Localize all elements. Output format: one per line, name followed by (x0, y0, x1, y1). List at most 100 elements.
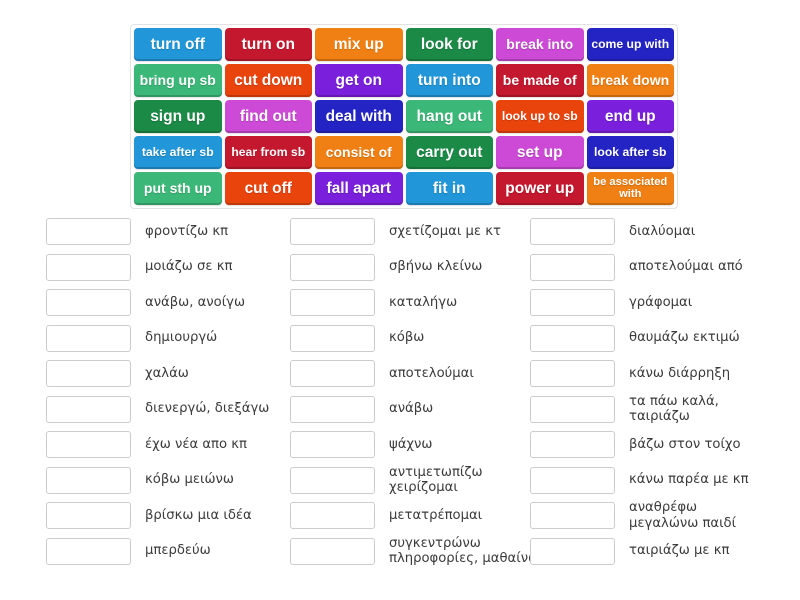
answer-definition-label: μοιάζω σε κπ (145, 259, 233, 275)
answer-drop-box[interactable] (290, 289, 375, 317)
answer-row: δημιουργώ (46, 321, 298, 357)
answer-drop-box[interactable] (46, 395, 131, 423)
answer-drop-box[interactable] (46, 537, 131, 565)
answer-drop-box[interactable] (530, 360, 615, 388)
word-tile[interactable]: find out (224, 100, 312, 133)
answer-column-1: φροντίζω κπ μοιάζω σε κπ ανάβω, ανοίγω δημι… (46, 214, 298, 569)
answer-drop-box[interactable] (290, 537, 375, 565)
answer-row: ψάχνω (290, 427, 542, 463)
phrasal-verb-tile-grid[interactable]: turn off turn on mix up look for break into c… (130, 24, 678, 209)
answer-drop-box[interactable] (290, 253, 375, 281)
answer-definition-label: θαυμάζω εκτιμώ (629, 330, 740, 346)
answer-definition-label: καταλήγω (389, 294, 458, 310)
answer-drop-box[interactable] (290, 395, 375, 423)
answer-row: αναθρέφω μεγαλώνω παιδί (530, 498, 782, 534)
answer-definition-label: φροντίζω κπ (145, 223, 229, 239)
answer-drop-box[interactable] (290, 324, 375, 352)
answer-row: κάνω παρέα με κπ (530, 463, 782, 499)
word-tile[interactable]: look after sb (586, 136, 674, 169)
word-tile[interactable]: hang out (405, 100, 493, 133)
word-tile[interactable]: carry out (405, 136, 493, 169)
answer-row: αποτελούμαι (290, 356, 542, 392)
word-tile[interactable]: hear from sb (224, 136, 312, 169)
answer-row: αποτελούμαι από (530, 250, 782, 286)
word-tile[interactable]: bring up sb (134, 64, 222, 97)
answer-drop-box[interactable] (530, 466, 615, 494)
word-tile[interactable]: end up (586, 100, 674, 133)
answer-drop-box[interactable] (46, 218, 131, 246)
answer-drop-box[interactable] (46, 466, 131, 494)
word-tile[interactable]: fall apart (315, 172, 403, 205)
answer-drop-box[interactable] (530, 289, 615, 317)
answer-drop-box[interactable] (46, 360, 131, 388)
answer-drop-box[interactable] (530, 431, 615, 459)
word-tile[interactable]: turn into (405, 64, 493, 97)
answer-drop-box[interactable] (46, 289, 131, 317)
word-tile[interactable]: come up with (586, 28, 674, 61)
answer-row: σβήνω κλείνω (290, 250, 542, 286)
answer-row: μπερδεύω (46, 534, 298, 570)
answer-drop-box[interactable] (530, 253, 615, 281)
answer-column-2: σχετίζομαι με κτ σβήνω κλείνω καταλήγω κόβω… (290, 214, 542, 569)
answer-definition-label: ανάβω, ανοίγω (145, 294, 246, 310)
answer-drop-box[interactable] (46, 324, 131, 352)
answer-drop-box[interactable] (46, 431, 131, 459)
word-tile[interactable]: power up (496, 172, 584, 205)
word-tile[interactable]: look for (405, 28, 493, 61)
answer-drop-box[interactable] (290, 218, 375, 246)
word-tile[interactable]: be associated with (586, 172, 674, 205)
answer-drop-box[interactable] (290, 431, 375, 459)
word-tile[interactable]: be made of (496, 64, 584, 97)
word-tile[interactable]: deal with (315, 100, 403, 133)
answer-definition-label: μπερδεύω (145, 543, 211, 559)
answer-row: φροντίζω κπ (46, 214, 298, 250)
word-tile[interactable]: cut down (224, 64, 312, 97)
answer-drop-box[interactable] (46, 253, 131, 281)
answer-drop-box[interactable] (290, 360, 375, 388)
word-tile[interactable]: get on (315, 64, 403, 97)
answer-row: χαλάω (46, 356, 298, 392)
answer-drop-box[interactable] (290, 466, 375, 494)
answer-row: κάνω διάρρηξη (530, 356, 782, 392)
word-tile[interactable]: turn on (224, 28, 312, 61)
word-tile[interactable]: put sth up (134, 172, 222, 205)
answer-drop-box[interactable] (530, 395, 615, 423)
word-tile[interactable]: fit in (405, 172, 493, 205)
answer-definition-label: κόβω (389, 330, 425, 346)
word-tile[interactable]: break down (586, 64, 674, 97)
word-tile[interactable]: consist of (315, 136, 403, 169)
answer-definition-label: αποτελούμαι (389, 365, 474, 381)
answer-row: συγκεντρώνω πληροφορίες, μαθαίνω (290, 534, 542, 570)
answer-row: κόβω (290, 321, 542, 357)
word-tile[interactable]: break into (496, 28, 584, 61)
answer-drop-box[interactable] (46, 502, 131, 530)
answer-row: ανάβω, ανοίγω (46, 285, 298, 321)
answer-definition-label: βάζω στον τοίχο (629, 436, 741, 452)
answer-definition-label: ανάβω (389, 401, 434, 417)
answer-drop-box[interactable] (290, 502, 375, 530)
answer-drop-box[interactable] (530, 218, 615, 246)
word-tile[interactable]: mix up (315, 28, 403, 61)
word-tile[interactable]: take after sb (134, 136, 222, 169)
word-tile[interactable]: set up (496, 136, 584, 169)
answer-row: κόβω μειώνω (46, 463, 298, 499)
tile-row: put sth up cut off fall apart fit in power u… (134, 172, 674, 205)
answer-row: βρίσκω μια ιδέα (46, 498, 298, 534)
answer-definition-label: βρίσκω μια ιδέα (145, 507, 252, 523)
answer-definition-label: αντιμετωπίζω χειρίζομαι (389, 464, 483, 496)
answer-drop-box[interactable] (530, 324, 615, 352)
word-tile[interactable]: cut off (224, 172, 312, 205)
answer-row: μετατρέπομαι (290, 498, 542, 534)
answer-drop-box[interactable] (530, 502, 615, 530)
word-tile[interactable]: turn off (134, 28, 222, 61)
answer-row: βάζω στον τοίχο (530, 427, 782, 463)
word-tile[interactable]: sign up (134, 100, 222, 133)
answer-row: θαυμάζω εκτιμώ (530, 321, 782, 357)
answer-row: ταιριάζω με κπ (530, 534, 782, 570)
answer-row: έχω νέα απο κπ (46, 427, 298, 463)
answer-definition-label: αποτελούμαι από (629, 259, 743, 275)
word-tile[interactable]: look up to sb (496, 100, 584, 133)
answer-definition-label: αναθρέφω μεγαλώνω παιδί (629, 500, 737, 531)
tile-row: sign up find out deal with hang out look up … (134, 100, 674, 133)
answer-drop-box[interactable] (530, 537, 615, 565)
